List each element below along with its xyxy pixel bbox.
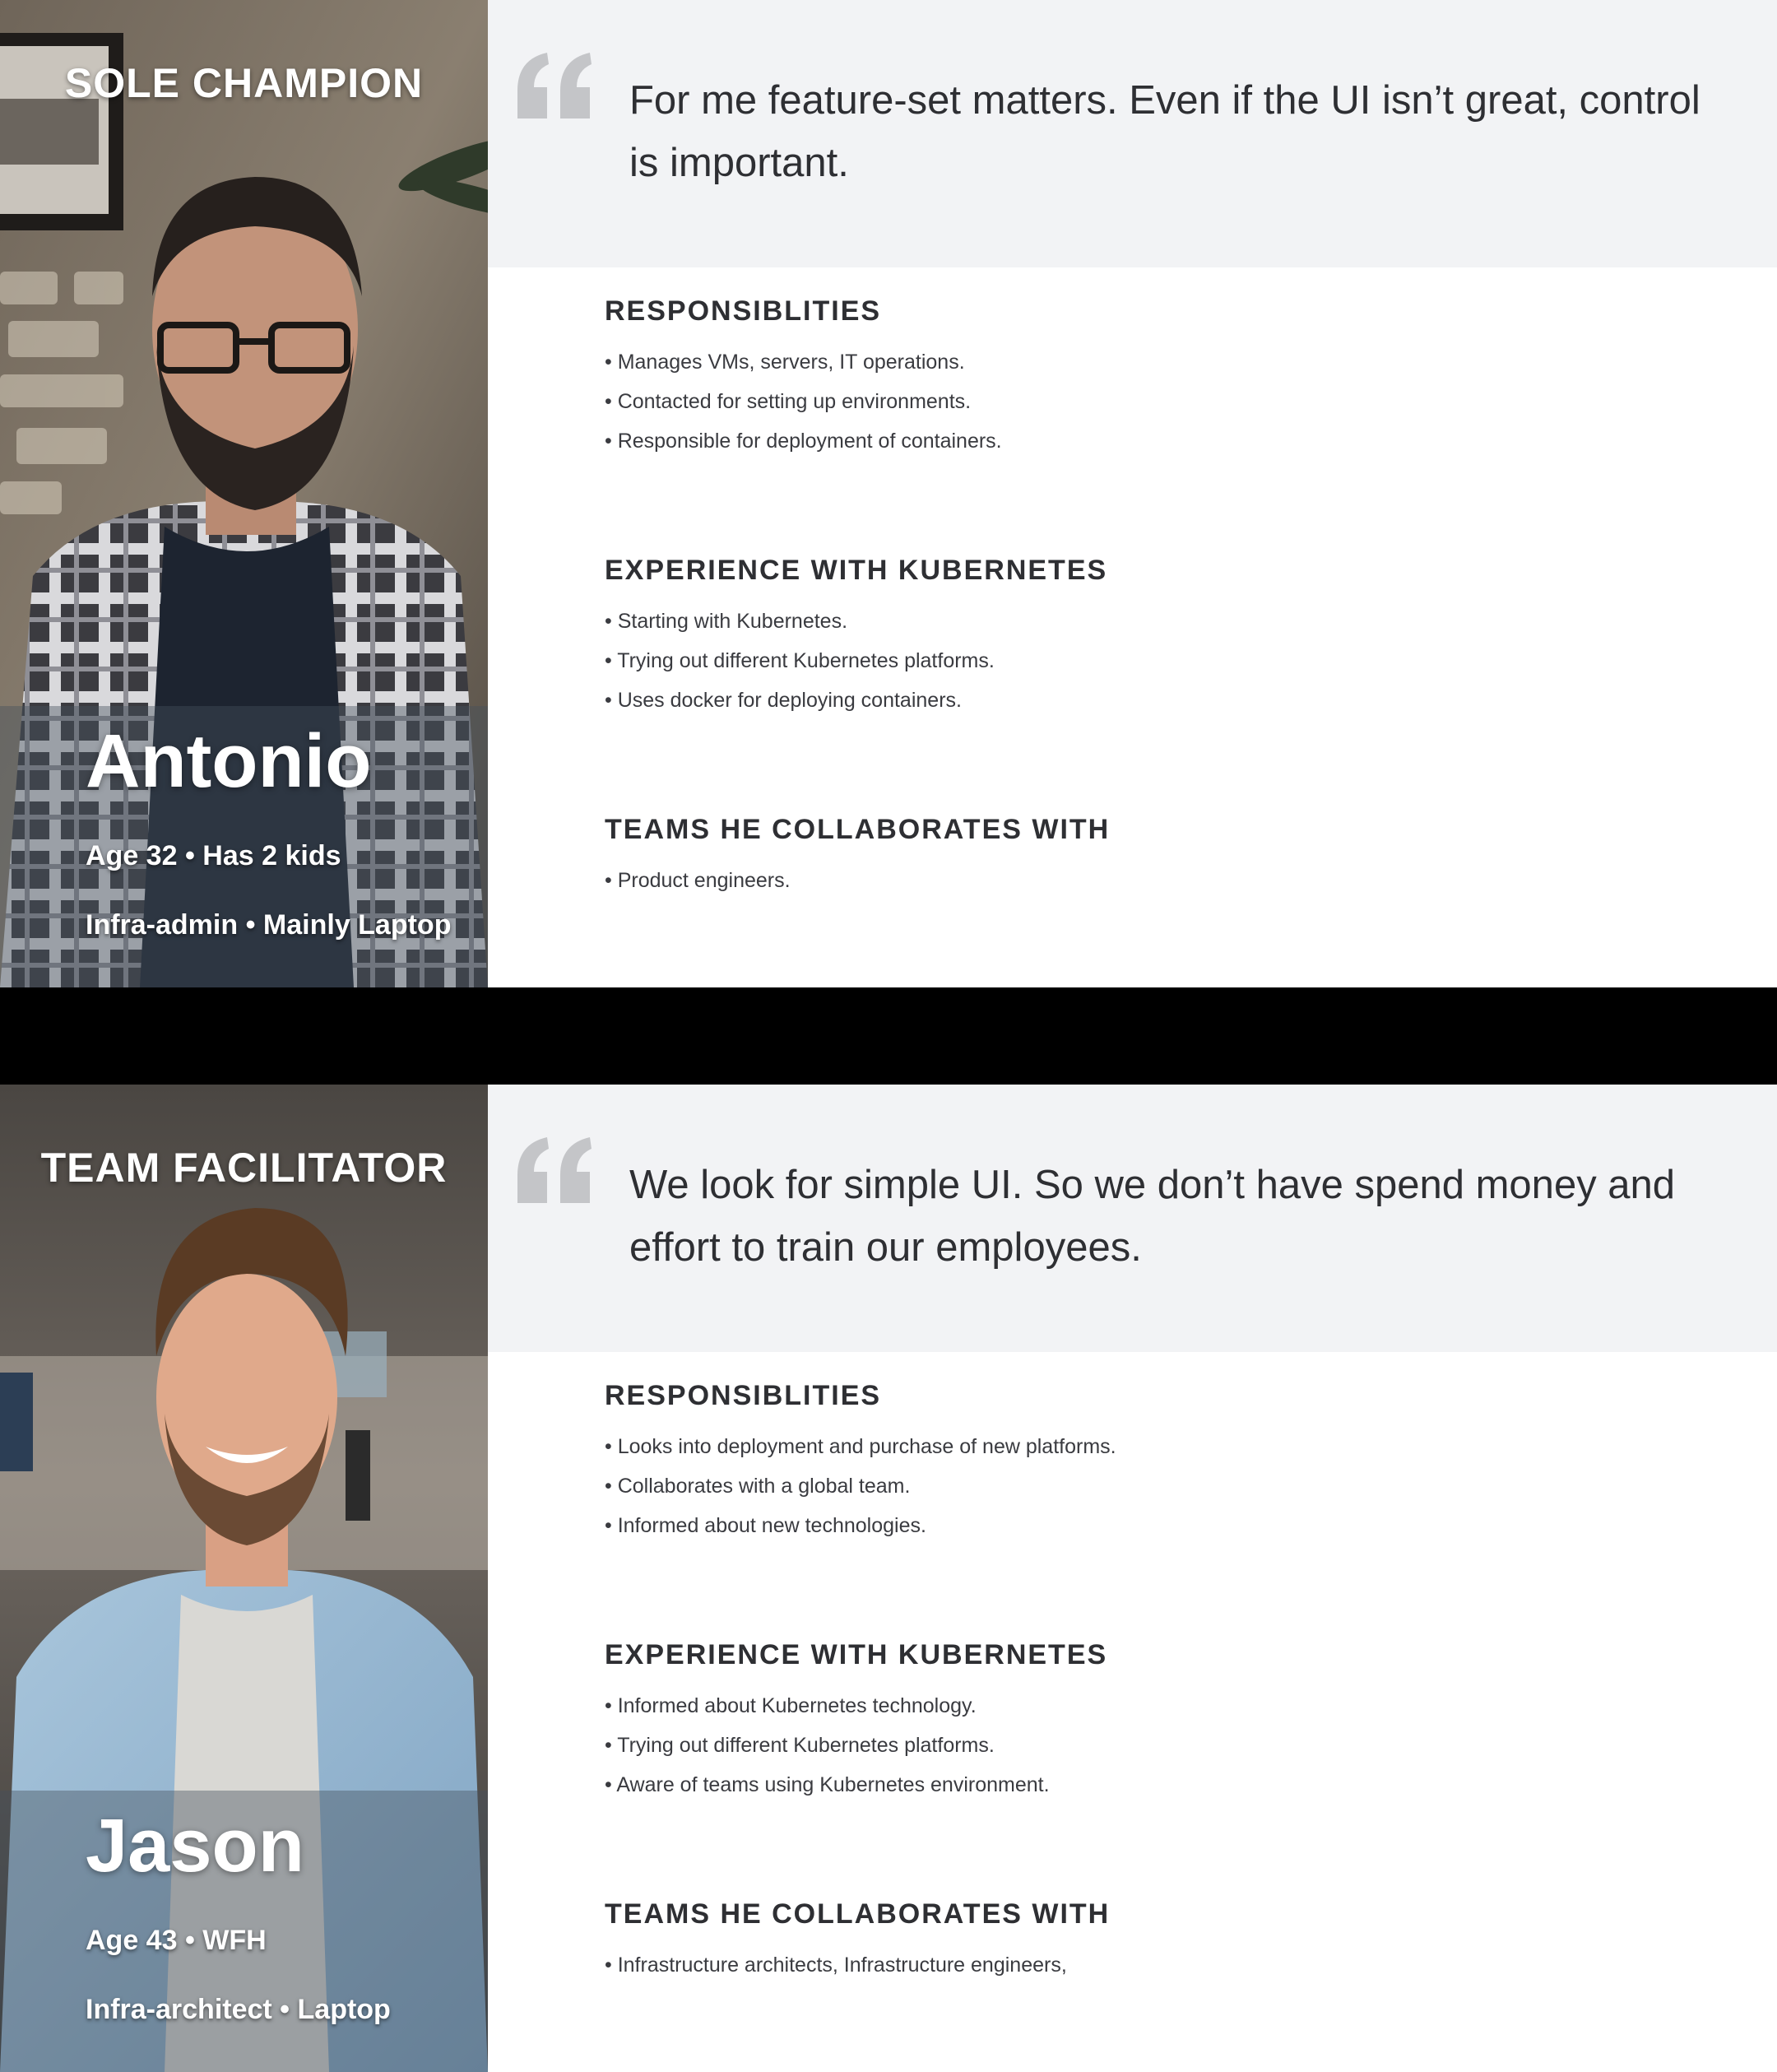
section-responsibilities: RESPONSIBLITIES • Looks into deployment … — [605, 1377, 1674, 1545]
persona-meta-line-2: Infra-architect • Laptop — [86, 1994, 391, 2025]
list-item: • Starting with Kubernetes. — [605, 610, 848, 633]
section-experience-kubernetes: EXPERIENCE WITH KUBERNETES • Starting wi… — [605, 552, 1674, 720]
bullet-list: • Looks into deployment and purchase of … — [605, 1427, 1674, 1545]
persona-card-jason: TEAM FACILITATOR Jason Age 43 • WFH Infr… — [0, 1085, 1777, 2072]
persona-meta-line-1: Age 32 • Has 2 kids — [86, 840, 341, 871]
persona-photo: TEAM FACILITATOR Jason Age 43 • WFH Infr… — [0, 1085, 488, 2072]
quote-mark-icon — [517, 53, 592, 118]
list-item: • Contacted for setting up environments. — [605, 390, 972, 413]
bullet-list: • Starting with Kubernetes. • Trying out… — [605, 602, 1674, 720]
bullet-list: • Informed about Kubernetes technology. … — [605, 1686, 1674, 1805]
list-item: • Aware of teams using Kubernetes enviro… — [605, 1773, 1050, 1796]
bullet-list: • Infrastructure architects, Infrastruct… — [605, 1945, 1674, 1985]
list-item: • Trying out different Kubernetes platfo… — [605, 1734, 995, 1757]
list-item: • Manages VMs, servers, IT operations. — [605, 351, 965, 374]
list-item: • Collaborates with a global team. — [605, 1475, 911, 1498]
persona-role: SOLE CHAMPION — [64, 60, 424, 106]
section-heading: TEAMS HE COLLABORATES WITH — [605, 1898, 1111, 1930]
section-responsibilities: RESPONSIBLITIES • Manages VMs, servers, … — [605, 293, 1674, 461]
persona-card-antonio: SOLE CHAMPION Antonio Age 32 • Has 2 kid… — [0, 0, 1777, 987]
list-item: • Product engineers. — [605, 869, 791, 892]
quote-mark-icon — [517, 1137, 592, 1203]
list-item: • Trying out different Kubernetes platfo… — [605, 649, 995, 672]
bullet-list: • Manages VMs, servers, IT operations. •… — [605, 342, 1674, 461]
persona-quote: We look for simple UI. So we don’t have … — [629, 1163, 1676, 1270]
section-experience-kubernetes: EXPERIENCE WITH KUBERNETES • Informed ab… — [605, 1637, 1674, 1805]
list-item: • Infrastructure architects, Infrastruct… — [605, 1954, 1067, 1977]
list-item: • Informed about Kubernetes technology. — [605, 1694, 977, 1717]
quote-panel: We look for simple UI. So we don’t have … — [488, 1085, 1777, 1352]
section-heading: EXPERIENCE WITH KUBERNETES — [605, 1639, 1108, 1670]
persona-name: Jason — [86, 1804, 304, 1888]
persona-role: TEAM FACILITATOR — [40, 1145, 448, 1191]
persona-meta-line-2: Infra-admin • Mainly Laptop — [86, 909, 452, 941]
section-heading: RESPONSIBLITIES — [605, 1380, 882, 1411]
section-heading: EXPERIENCE WITH KUBERNETES — [605, 555, 1108, 586]
bullet-list: • Product engineers. — [605, 861, 1674, 900]
list-item: • Uses docker for deploying containers. — [605, 689, 962, 712]
list-item: • Informed about new technologies. — [605, 1514, 926, 1537]
persona-photo: SOLE CHAMPION Antonio Age 32 • Has 2 kid… — [0, 0, 488, 987]
list-item: • Looks into deployment and purchase of … — [605, 1435, 1116, 1458]
section-heading: TEAMS HE COLLABORATES WITH — [605, 814, 1111, 845]
persona-name: Antonio — [86, 719, 372, 803]
section-teams: TEAMS HE COLLABORATES WITH • Product eng… — [605, 811, 1674, 900]
persona-meta-line-1: Age 43 • WFH — [86, 1925, 267, 1956]
quote-panel: For me feature-set matters. Even if the … — [488, 0, 1777, 267]
section-heading: RESPONSIBLITIES — [605, 295, 882, 327]
section-teams: TEAMS HE COLLABORATES WITH • Infrastruct… — [605, 1896, 1674, 1985]
list-item: • Responsible for deployment of containe… — [605, 430, 1002, 453]
persona-quote: For me feature-set matters. Even if the … — [629, 78, 1700, 185]
